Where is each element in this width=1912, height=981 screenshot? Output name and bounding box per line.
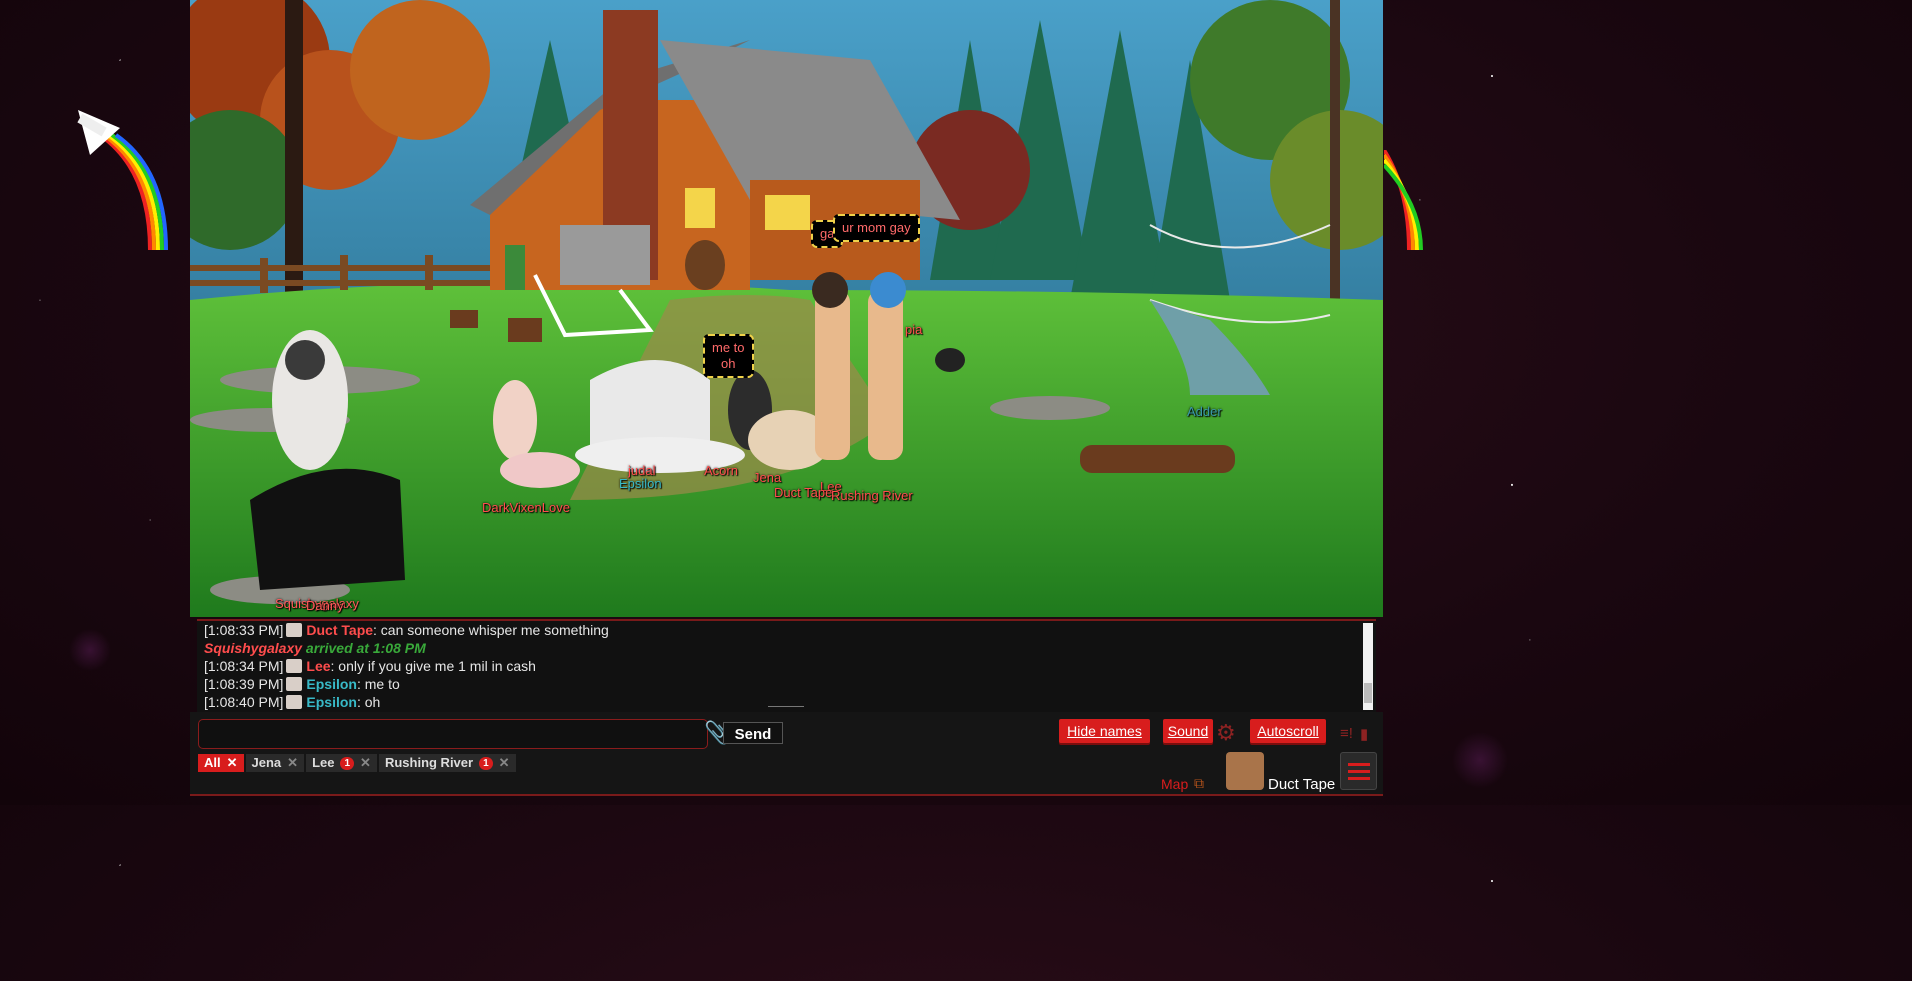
chat-username[interactable]: Lee <box>306 658 330 674</box>
speech-bubble: me to oh <box>703 334 754 378</box>
username-darkvixenlove[interactable]: DarkVixenLove <box>482 500 570 515</box>
tab-jena[interactable]: Jena ✕ <box>245 754 305 772</box>
hide-names-button[interactable]: Hide names <box>1059 719 1150 743</box>
user-avatar-icon <box>286 623 303 637</box>
chat-line: Squishygalaxy arrived at 1:08 PM <box>204 640 426 656</box>
close-icon[interactable]: ✕ <box>499 754 510 772</box>
menu-button[interactable] <box>1340 752 1377 790</box>
chat-username[interactable]: Duct Tape <box>306 622 373 638</box>
chat-username[interactable]: Epsilon <box>306 676 357 692</box>
unread-badge: 1 <box>479 756 493 770</box>
username-rushing-river[interactable]: Rushing River <box>831 488 913 503</box>
gear-icon[interactable]: ⚙ <box>1216 720 1236 746</box>
user-avatar-icon <box>286 677 303 691</box>
chat-log[interactable]: [1:08:33 PM] Duct Tape: can someone whisp… <box>197 619 1376 712</box>
user-avatar-icon <box>286 695 303 709</box>
close-icon[interactable]: ✕ <box>227 754 238 772</box>
username-adder[interactable]: Adder <box>1187 404 1222 419</box>
tab-rushing-river[interactable]: Rushing River 1 ✕ <box>378 754 516 772</box>
notification-icon[interactable]: ≡! <box>1340 725 1353 742</box>
current-username: Duct Tape <box>1268 776 1336 793</box>
rocket-rainbow-left-icon <box>77 110 168 251</box>
user-avatar-icon <box>286 659 303 673</box>
autoscroll-button[interactable]: Autoscroll <box>1250 719 1326 743</box>
sound-button[interactable]: Sound <box>1163 719 1213 743</box>
send-button[interactable]: Send <box>723 722 783 744</box>
username-jena[interactable]: Jena <box>753 470 781 485</box>
username-pia[interactable]: pia <box>905 322 922 337</box>
tab-all[interactable]: All ✕ <box>198 754 244 772</box>
username-acorn[interactable]: Acorn <box>704 463 738 478</box>
chat-line: [1:08:34 PM] Lee: only if you give me 1 m… <box>204 658 536 674</box>
chat-scrollbar[interactable] <box>1363 623 1373 710</box>
chat-line: [1:08:33 PM] Duct Tape: can someone whisp… <box>204 622 609 638</box>
chat-tabs: All ✕ Jena ✕ Lee 1 ✕ Rushing River 1 ✕ <box>198 754 518 772</box>
game-scene[interactable]: Squishygalaxy Danny DarkVixenLove judal … <box>190 0 1383 617</box>
username-danny[interactable]: Danny <box>306 598 344 613</box>
scene-background <box>190 0 1383 617</box>
map-link[interactable]: Map <box>1161 776 1188 792</box>
external-link-icon[interactable]: ⧉ <box>1194 775 1204 792</box>
username-duct-tape[interactable]: Duct Tape <box>774 485 832 500</box>
chat-controls: 📎 Send Hide names Sound ⚙ Autoscroll ≡! … <box>190 712 1383 796</box>
chat-line: [1:08:39 PM] Epsilon: me to <box>204 676 400 692</box>
phone-icon[interactable]: ▮ <box>1360 725 1368 743</box>
close-icon[interactable]: ✕ <box>360 754 371 772</box>
username-epsilon[interactable]: Epsilon <box>619 476 662 491</box>
rocket-rainbow-right-icon <box>1384 150 1423 251</box>
tab-lee[interactable]: Lee 1 ✕ <box>306 754 377 772</box>
avatar[interactable] <box>1226 752 1264 790</box>
scrollbar-thumb[interactable] <box>1364 683 1372 703</box>
chat-username[interactable]: Squishygalaxy <box>204 640 302 656</box>
close-icon[interactable]: ✕ <box>287 754 298 772</box>
chat-username[interactable]: Epsilon <box>306 694 357 710</box>
chat-input[interactable] <box>198 719 708 749</box>
unread-badge: 1 <box>340 756 355 770</box>
speech-bubble: ur mom gay <box>833 214 920 242</box>
